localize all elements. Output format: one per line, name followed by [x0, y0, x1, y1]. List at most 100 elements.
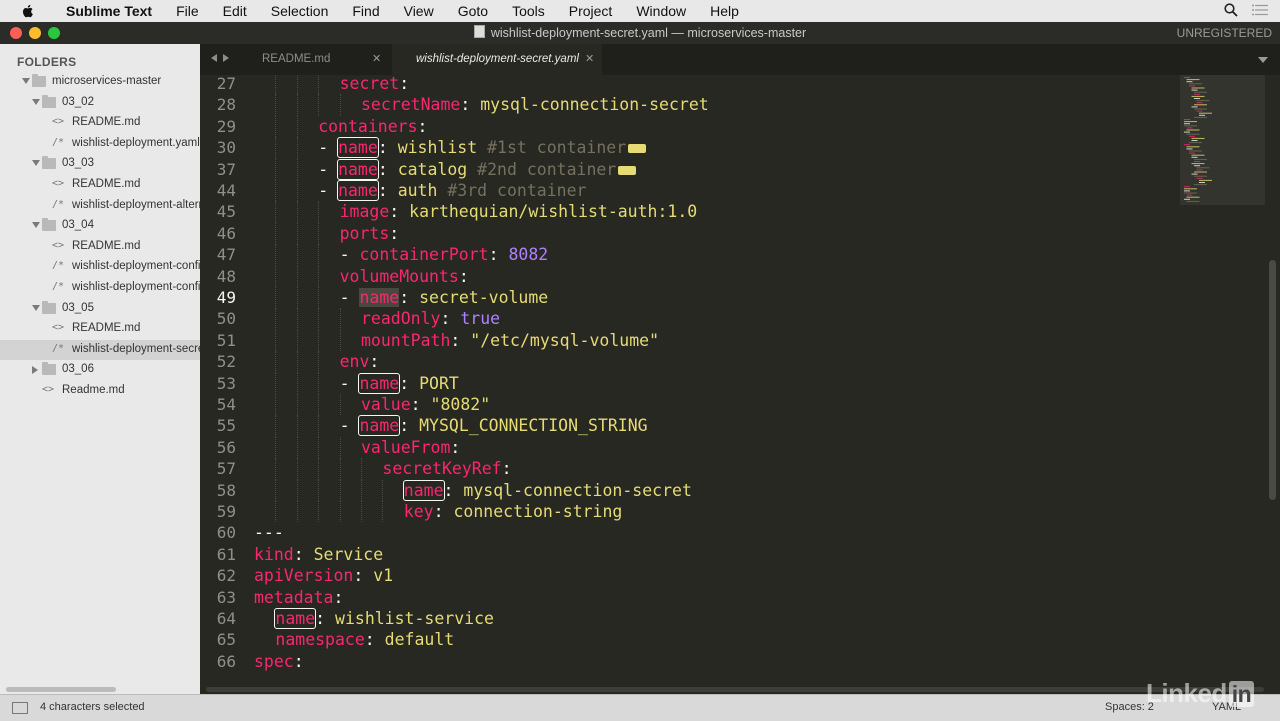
code-line[interactable]: spec:	[254, 651, 304, 672]
indent-guide	[361, 458, 362, 480]
minimap-line	[1184, 198, 1190, 200]
sidebar-folder[interactable]: 03_05	[0, 299, 200, 319]
disclosure-expanded-icon[interactable]	[32, 98, 40, 105]
code-line[interactable]: - containerPort: 8082	[340, 244, 549, 265]
minimap[interactable]	[1180, 75, 1265, 685]
code-line[interactable]: - name: secret-volume	[340, 287, 548, 308]
vertical-scroll-thumb[interactable]	[1269, 260, 1276, 500]
code-token: :	[399, 288, 420, 307]
code-line[interactable]: - name: catalog #2nd container	[318, 158, 637, 180]
code-line[interactable]: mountPath: "/etc/mysql-volume"	[361, 330, 659, 351]
tab-list-dropdown-icon[interactable]	[1258, 57, 1268, 63]
vertical-scrollbar[interactable]	[1266, 75, 1280, 685]
menu-find[interactable]: Find	[340, 0, 391, 22]
code-editor[interactable]: secret: secretName: mysql-connection-secr…	[254, 75, 1174, 685]
sidebar-folder[interactable]: 03_02	[0, 93, 200, 113]
sidebar-horizontal-scrollbar[interactable]	[0, 685, 200, 694]
code-line[interactable]: - name: auth #3rd container	[318, 180, 586, 201]
disclosure-expanded-icon[interactable]	[32, 222, 40, 229]
sidebar-folder[interactable]: 03_06	[0, 360, 200, 380]
menu-goto[interactable]: Goto	[446, 0, 500, 22]
spotlight-search-icon[interactable]	[1224, 3, 1238, 17]
sidebar-file[interactable]: /* wishlist-deployment-secret.yaml	[0, 339, 200, 360]
code-line[interactable]: namespace: default	[275, 629, 454, 650]
sidebar-file[interactable]: <> README.md	[0, 319, 200, 339]
code-line[interactable]: image: karthequian/wishlist-auth:1.0	[340, 201, 698, 222]
code-line[interactable]: valueFrom:	[361, 437, 460, 458]
code-line[interactable]: apiVersion: v1	[254, 565, 393, 586]
code-line[interactable]: secret:	[340, 75, 410, 94]
sidebar-file[interactable]: <> Readme.md	[0, 381, 200, 401]
sidebar-file[interactable]: <> README.md	[0, 175, 200, 195]
code-line[interactable]: ports:	[340, 223, 400, 244]
tab-readme[interactable]: README.md ✕	[240, 44, 390, 75]
menu-tools[interactable]: Tools	[500, 0, 557, 22]
menu-app-name[interactable]: Sublime Text	[54, 0, 164, 22]
horizontal-scrollbar[interactable]	[200, 685, 1280, 694]
sidebar-file[interactable]: <> README.md	[0, 113, 200, 133]
indent-guide	[275, 222, 277, 245]
code-token: "/etc/mysql-volume"	[470, 330, 660, 350]
menu-window[interactable]: Window	[624, 0, 698, 22]
code-line[interactable]: name: wishlist-service	[274, 608, 494, 629]
apple-icon[interactable]	[20, 3, 36, 19]
disclosure-expanded-icon[interactable]	[32, 304, 40, 311]
code-line[interactable]: name: mysql-connection-secret	[402, 479, 692, 501]
line-number: 58	[216, 480, 236, 500]
horizontal-scroll-thumb[interactable]	[206, 687, 1264, 692]
menu-help[interactable]: Help	[698, 0, 751, 22]
code-line[interactable]: secretName: mysql-connection-secret	[361, 94, 709, 115]
code-line[interactable]: metadata:	[254, 587, 343, 608]
sidebar-folder[interactable]: microservices-master	[0, 72, 200, 92]
show-panel-icon[interactable]	[12, 702, 28, 714]
disclosure-collapsed-icon[interactable]	[32, 366, 38, 375]
tab-active-close-icon[interactable]: ✕	[585, 44, 594, 75]
sidebar-file[interactable]: /* wishlist-deployment-alternate.yaml	[0, 196, 200, 216]
code-file-icon: /*	[52, 136, 65, 148]
code-line[interactable]: - name: wishlist #1st container	[318, 137, 647, 159]
code-line[interactable]: ---	[254, 522, 284, 543]
sidebar-file[interactable]: /* wishlist-deployment-configmap-env.yaml	[0, 278, 200, 298]
sidebar-file[interactable]: <> README.md	[0, 237, 200, 257]
line-number-gutter: 27 28 29 30 37 44 45 46 47 48 49 50 51 52 53 54 55 56 57 58…	[200, 74, 254, 685]
sidebar-scroll-thumb[interactable]	[6, 687, 116, 692]
code-line[interactable]: readOnly: true	[361, 308, 500, 329]
menu-project[interactable]: Project	[557, 0, 625, 22]
code-token: connection-string	[453, 502, 623, 521]
tree-item-label: 03_03	[62, 157, 94, 170]
tab-wishlist-deployment-secret[interactable]: wishlist-deployment-secret.yaml ✕	[392, 44, 602, 75]
sidebar-file[interactable]: /* wishlist-deployment-configmap.yaml	[0, 257, 200, 277]
menu-file[interactable]: File	[164, 0, 211, 22]
tab-back-arrow-icon[interactable]	[211, 54, 217, 62]
folded-region-icon[interactable]	[618, 165, 637, 175]
code-line[interactable]: key: connection-string	[404, 501, 623, 522]
code-line[interactable]: kind: Service	[254, 544, 383, 565]
indent-guide	[296, 180, 298, 202]
disclosure-expanded-icon[interactable]	[22, 78, 30, 84]
sidebar-file[interactable]: /* wishlist-deployment.yaml	[0, 134, 200, 154]
folded-region-icon[interactable]	[628, 144, 647, 154]
code-line[interactable]: containers:	[318, 116, 427, 137]
menu-selection[interactable]: Selection	[259, 0, 341, 22]
menu-view[interactable]: View	[392, 0, 446, 22]
tab-forward-arrow-icon[interactable]	[223, 54, 229, 62]
code-line[interactable]: volumeMounts:	[340, 266, 469, 287]
code-line[interactable]: value: "8082"	[361, 394, 490, 415]
code-line[interactable]: env:	[340, 351, 380, 372]
sidebar-folder[interactable]: 03_04	[0, 216, 200, 236]
code-line[interactable]: secretKeyRef:	[382, 458, 511, 479]
disclosure-expanded-icon[interactable]	[32, 160, 40, 167]
code-line[interactable]: - name: PORT	[340, 372, 459, 394]
minimap-line	[1194, 158, 1207, 160]
menu-edit[interactable]: Edit	[211, 0, 259, 22]
line-number: 65	[216, 630, 236, 650]
tab-readme-close-icon[interactable]: ✕	[372, 44, 381, 75]
code-line[interactable]: - name: MYSQL_CONNECTION_STRING	[340, 415, 648, 437]
line-number: 55	[216, 416, 236, 436]
sidebar-folder[interactable]: 03_03	[0, 154, 200, 174]
minimap-line	[1194, 91, 1207, 93]
minimap-line	[1186, 148, 1193, 150]
minimap-line	[1194, 165, 1200, 167]
notification-center-icon[interactable]	[1252, 4, 1268, 16]
indent-guide	[318, 458, 320, 480]
